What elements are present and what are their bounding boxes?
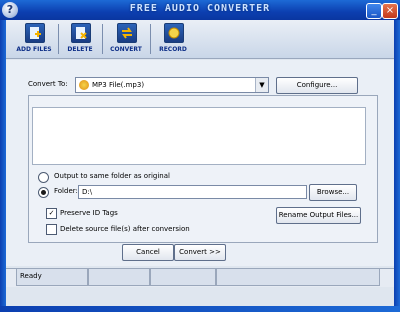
configure-button[interactable]: Configure...	[276, 77, 358, 94]
status-cell	[150, 268, 216, 286]
same-folder-label: Output to same folder as original	[54, 172, 170, 180]
delete-label: DELETE	[67, 46, 93, 53]
help-icon[interactable]: ?	[2, 2, 18, 18]
toolbar-separator	[150, 24, 151, 54]
status-cell	[216, 268, 380, 286]
toolbar: ADD FILES DELETE CONVERT RECORD	[6, 20, 394, 59]
convert-icon	[117, 23, 137, 43]
window-frame-bottom	[0, 306, 400, 312]
format-dropdown[interactable]: MP3 File(.mp3) ▼	[75, 77, 269, 93]
browse-button[interactable]: Browse...	[309, 184, 357, 201]
delete-source-checkbox[interactable]	[46, 224, 57, 235]
folder-radio[interactable]	[38, 187, 49, 198]
preserve-id-tags-checkbox[interactable]: ✓	[46, 208, 57, 219]
convert-tool-button[interactable]: CONVERT	[106, 22, 146, 56]
same-folder-radio[interactable]	[38, 172, 49, 183]
convert-button[interactable]: Convert >>	[174, 244, 226, 261]
chevron-down-icon[interactable]: ▼	[255, 78, 268, 92]
file-list[interactable]	[32, 107, 366, 165]
add-files-icon	[25, 23, 45, 43]
convert-to-label: Convert To:	[28, 80, 68, 88]
record-button[interactable]: RECORD	[154, 22, 192, 56]
folder-path-input[interactable]: D:\	[78, 185, 307, 199]
window-title: FREE AUDIO CONVERTER	[129, 3, 271, 14]
cancel-button[interactable]: Cancel	[122, 244, 174, 261]
toolbar-separator	[102, 24, 103, 54]
record-icon	[164, 23, 184, 43]
folder-label: Folder:	[54, 187, 78, 195]
toolbar-separator	[58, 24, 59, 54]
app-window: ? FREE AUDIO CONVERTER _ × ADD FILES DEL…	[0, 0, 400, 312]
mp3-file-icon	[79, 80, 89, 90]
window-frame-right	[394, 20, 400, 312]
status-cell	[88, 268, 150, 286]
delete-icon	[71, 23, 91, 43]
delete-source-label: Delete source file(s) after conversion	[60, 225, 190, 233]
rename-output-files-button[interactable]: Rename Output Files...	[276, 207, 361, 224]
add-files-button[interactable]: ADD FILES	[12, 22, 56, 56]
preserve-id-tags-label: Preserve ID Tags	[60, 209, 118, 217]
record-label: RECORD	[159, 46, 187, 53]
status-text: Ready	[20, 272, 42, 280]
convert-tool-label: CONVERT	[110, 46, 142, 53]
minimize-button[interactable]: _	[366, 3, 382, 19]
title-bar: ? FREE AUDIO CONVERTER _ ×	[0, 0, 400, 20]
add-files-label: ADD FILES	[16, 46, 52, 53]
close-button[interactable]: ×	[382, 3, 398, 19]
format-selected-value: MP3 File(.mp3)	[92, 81, 145, 89]
delete-button[interactable]: DELETE	[62, 22, 98, 56]
